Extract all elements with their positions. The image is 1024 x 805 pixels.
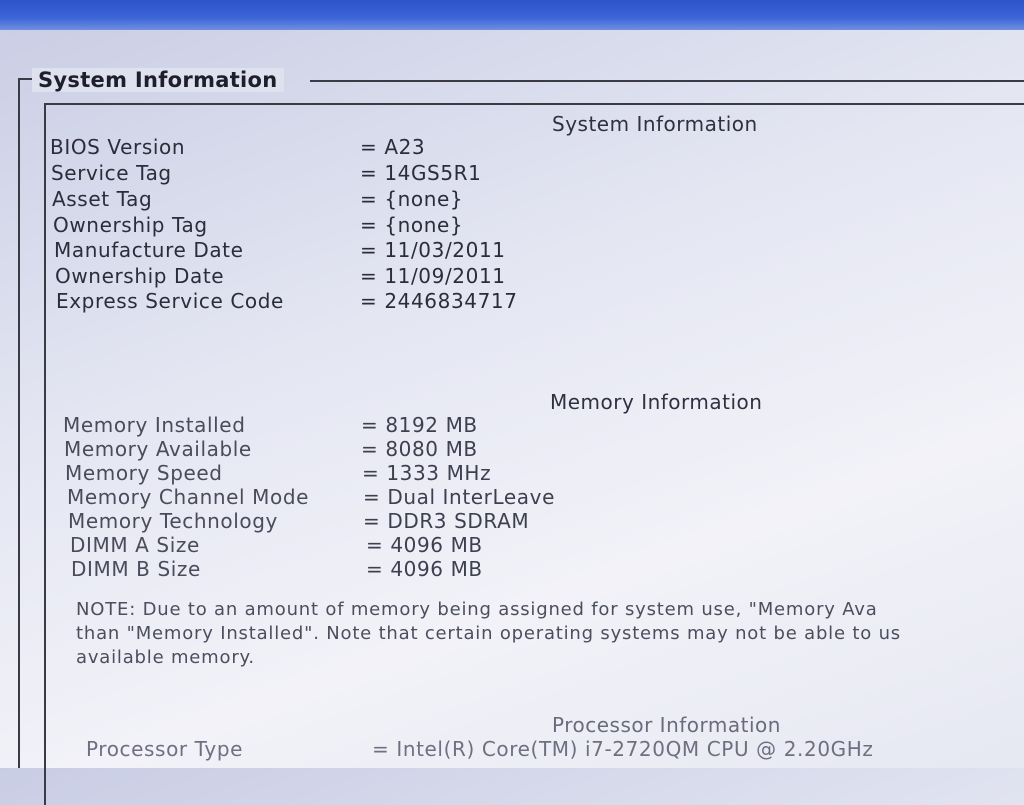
- memory-note-line: available memory.: [76, 647, 255, 668]
- system-row-value: = A23: [360, 135, 426, 159]
- system-row-label: Service Tag: [51, 161, 172, 185]
- memory-row-label: Memory Technology: [68, 509, 278, 533]
- memory-row-label: DIMM A Size: [70, 533, 200, 557]
- system-row-label: BIOS Version: [50, 135, 186, 159]
- memory-note-line: NOTE: Due to an amount of memory being a…: [76, 599, 878, 620]
- memory-note: NOTE: Due to an amount of memory being a…: [76, 598, 1024, 670]
- system-row-label: Ownership Tag: [53, 213, 208, 237]
- memory-row-label: Memory Installed: [63, 413, 246, 437]
- group-frame-left: [18, 78, 20, 768]
- memory-row-value: = 8192 MB: [361, 413, 478, 437]
- processor-info-title: Processor Information: [552, 713, 781, 737]
- memory-row-value: = 4096 MB: [366, 557, 483, 581]
- system-row-label: Asset Tag: [52, 187, 153, 211]
- system-info-title: System Information: [552, 112, 758, 136]
- system-row-value: = 11/09/2011: [360, 264, 506, 288]
- system-row-value: = 14GS5R1: [360, 161, 482, 185]
- memory-row-value: = DDR3 SDRAM: [363, 509, 530, 533]
- group-frame-top-left: [18, 78, 32, 80]
- group-frame-top-right: [310, 80, 1024, 82]
- memory-note-line: than "Memory Installed". Note that certa…: [76, 623, 901, 644]
- system-row-value: = {none}: [360, 213, 464, 237]
- system-row-label: Express Service Code: [56, 289, 284, 313]
- processor-row-label: Processor Type: [86, 737, 244, 761]
- system-row-value: = 11/03/2011: [360, 238, 506, 262]
- memory-row-value: = 8080 MB: [361, 437, 478, 461]
- memory-row-label: Memory Available: [64, 437, 252, 461]
- system-row-label: Manufacture Date: [54, 238, 244, 262]
- memory-row-value: = Dual InterLeave: [363, 485, 555, 509]
- memory-row-label: Memory Channel Mode: [67, 485, 310, 509]
- system-row-label: Ownership Date: [55, 264, 225, 288]
- memory-row-value: = 1333 MHz: [362, 461, 492, 485]
- memory-row-value: = 4096 MB: [366, 533, 483, 557]
- processor-row-value: = Intel(R) Core(TM) i7-2720QM CPU @ 2.20…: [372, 737, 874, 761]
- system-row-value: = 2446834717: [360, 289, 518, 313]
- memory-info-title: Memory Information: [550, 390, 763, 414]
- system-row-value: = {none}: [360, 187, 464, 211]
- top-title-bar: [0, 0, 1024, 30]
- memory-row-label: Memory Speed: [65, 461, 223, 485]
- memory-row-label: DIMM B Size: [71, 557, 201, 581]
- group-title: System Information: [32, 68, 284, 92]
